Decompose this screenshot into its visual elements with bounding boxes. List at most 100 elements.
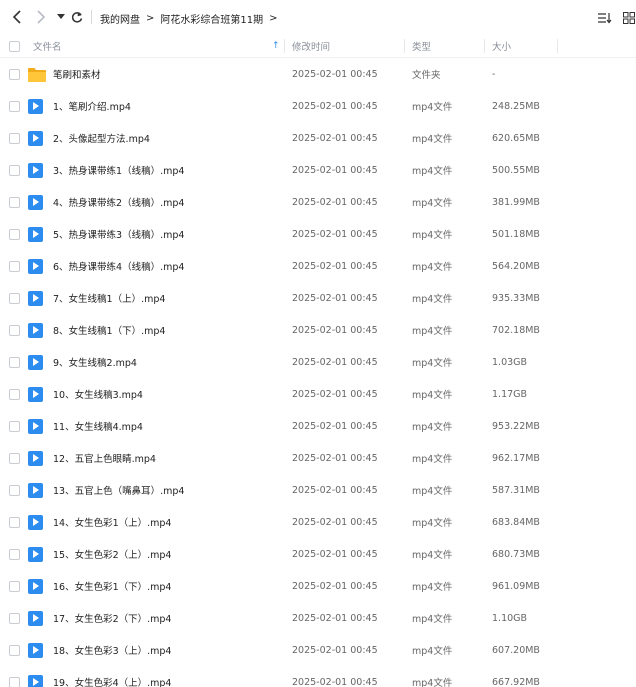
breadcrumb-item-current[interactable]: 阿花水彩综合班第11期: [160, 11, 263, 26]
row-checkbox[interactable]: [9, 452, 20, 464]
file-row[interactable]: 16、女生色彩1（下）.mp4 2025-02-01 00:45 mp4文件 961.…: [0, 570, 636, 602]
file-row[interactable]: 4、热身课带练2（线稿）.mp4 2025-02-01 00:45 mp4文件 381…: [0, 186, 636, 218]
row-checkbox[interactable]: [9, 260, 20, 272]
file-type: mp4文件: [412, 678, 453, 687]
row-checkbox[interactable]: [9, 324, 20, 336]
row-checkbox[interactable]: [9, 484, 20, 496]
file-name[interactable]: 13、五官上色（嘴鼻耳）.mp4: [53, 474, 184, 506]
file-row[interactable]: 10、女生线稿3.mp4 2025-02-01 00:45 mp4文件 1.17GB: [0, 378, 636, 410]
column-divider[interactable]: [284, 39, 285, 53]
file-row[interactable]: 11、女生线稿4.mp4 2025-02-01 00:45 mp4文件 953.22M…: [0, 410, 636, 442]
file-name[interactable]: 16、女生色彩1（下）.mp4: [53, 570, 171, 602]
row-checkbox-cell: [9, 154, 20, 186]
row-checkbox[interactable]: [9, 420, 20, 432]
select-all-checkbox[interactable]: [9, 40, 20, 52]
file-row[interactable]: 8、女生线稿1（下）.mp4 2025-02-01 00:45 mp4文件 702.1…: [0, 314, 636, 346]
file-name[interactable]: 12、五官上色眼睛.mp4: [53, 442, 156, 474]
file-name[interactable]: 14、女生色彩1（上）.mp4: [53, 506, 171, 538]
row-checkbox[interactable]: [9, 132, 20, 144]
file-row[interactable]: 15、女生色彩2（上）.mp4 2025-02-01 00:45 mp4文件 680.…: [0, 538, 636, 570]
row-checkbox[interactable]: [9, 164, 20, 176]
back-arrow-icon[interactable]: [9, 9, 25, 25]
refresh-icon[interactable]: [69, 9, 85, 25]
file-row[interactable]: 7、女生线稿1（上）.mp4 2025-02-01 00:45 mp4文件 935.3…: [0, 282, 636, 314]
row-checkbox[interactable]: [9, 676, 20, 687]
file-row[interactable]: 9、女生线稿2.mp4 2025-02-01 00:45 mp4文件 1.03GB: [0, 346, 636, 378]
sort-list-icon[interactable]: [598, 11, 612, 25]
sort-arrow-icon[interactable]: ↑: [272, 34, 280, 58]
file-name[interactable]: 6、热身课带练4（线稿）.mp4: [53, 250, 184, 282]
row-checkbox-cell: [9, 506, 20, 538]
file-name[interactable]: 15、女生色彩2（上）.mp4: [53, 538, 171, 570]
file-modified-time: 2025-02-01 00:45: [292, 676, 378, 687]
file-type: mp4文件: [412, 614, 453, 625]
file-name[interactable]: 1、笔刷介绍.mp4: [53, 90, 131, 122]
file-row[interactable]: 2、头像起型方法.mp4 2025-02-01 00:45 mp4文件 620.65M…: [0, 122, 636, 154]
row-checkbox[interactable]: [9, 228, 20, 240]
column-divider[interactable]: [404, 39, 405, 53]
file-row[interactable]: 6、热身课带练4（线稿）.mp4 2025-02-01 00:45 mp4文件 564…: [0, 250, 636, 282]
row-checkbox[interactable]: [9, 612, 20, 624]
file-row[interactable]: 笔刷和素材 2025-02-01 00:45 文件夹 -: [0, 58, 636, 90]
file-modified-time: 2025-02-01 00:45: [292, 196, 378, 208]
file-name[interactable]: 9、女生线稿2.mp4: [53, 346, 137, 378]
file-name[interactable]: 5、热身课带练3（线稿）.mp4: [53, 218, 184, 250]
file-name[interactable]: 8、女生线稿1（下）.mp4: [53, 314, 165, 346]
file-row[interactable]: 18、女生色彩3（上）.mp4 2025-02-01 00:45 mp4文件 607.…: [0, 634, 636, 666]
file-name[interactable]: 18、女生色彩3（上）.mp4: [53, 634, 171, 666]
forward-arrow-icon[interactable]: [33, 9, 49, 25]
file-row[interactable]: 12、五官上色眼睛.mp4 2025-02-01 00:45 mp4文件 962.17…: [0, 442, 636, 474]
toolbar-divider: [91, 10, 92, 24]
file-name[interactable]: 17、女生色彩2（下）.mp4: [53, 602, 171, 634]
video-file-icon: [28, 162, 43, 178]
chevron-down-icon[interactable]: [53, 9, 69, 25]
row-checkbox[interactable]: [9, 548, 20, 560]
row-checkbox[interactable]: [9, 580, 20, 592]
file-name[interactable]: 10、女生线稿3.mp4: [53, 378, 143, 410]
column-divider[interactable]: [557, 39, 558, 53]
row-checkbox[interactable]: [9, 356, 20, 368]
row-checkbox[interactable]: [9, 292, 20, 304]
file-row[interactable]: 14、女生色彩1（上）.mp4 2025-02-01 00:45 mp4文件 683.…: [0, 506, 636, 538]
file-name[interactable]: 2、头像起型方法.mp4: [53, 122, 150, 154]
file-name[interactable]: 19、女生色彩4（上）.mp4: [53, 666, 171, 687]
column-size[interactable]: 大小: [492, 34, 511, 58]
column-divider[interactable]: [484, 39, 485, 53]
row-checkbox[interactable]: [9, 388, 20, 400]
video-file-icon: [28, 674, 43, 687]
breadcrumb-trailing-chevron[interactable]: >: [269, 13, 277, 24]
row-checkbox[interactable]: [9, 100, 20, 112]
file-modified-time: 2025-02-01 00:45: [292, 580, 378, 592]
file-icon-cell: [28, 378, 43, 410]
file-row[interactable]: 3、热身课带练1（线稿）.mp4 2025-02-01 00:45 mp4文件 500…: [0, 154, 636, 186]
file-name[interactable]: 3、热身课带练1（线稿）.mp4: [53, 154, 184, 186]
file-name[interactable]: 7、女生线稿1（上）.mp4: [53, 282, 165, 314]
column-name[interactable]: 文件名: [33, 34, 62, 58]
row-checkbox[interactable]: [9, 644, 20, 656]
file-name[interactable]: 4、热身课带练2（线稿）.mp4: [53, 186, 184, 218]
select-all-checkbox-cell: [9, 34, 20, 58]
file-icon-cell: [28, 250, 43, 282]
file-icon-cell: [28, 282, 43, 314]
file-size: -: [492, 68, 496, 80]
file-size: 248.25MB: [492, 100, 540, 112]
row-checkbox[interactable]: [9, 516, 20, 528]
column-type[interactable]: 类型: [412, 34, 431, 58]
video-file-icon: [28, 354, 43, 370]
breadcrumb-item-root[interactable]: 我的网盘: [100, 11, 140, 26]
video-file-icon: [28, 322, 43, 338]
row-checkbox-cell: [9, 186, 20, 218]
file-name[interactable]: 笔刷和素材: [53, 58, 101, 90]
file-name[interactable]: 11、女生线稿4.mp4: [53, 410, 143, 442]
file-row[interactable]: 5、热身课带练3（线稿）.mp4 2025-02-01 00:45 mp4文件 501…: [0, 218, 636, 250]
file-row[interactable]: 13、五官上色（嘴鼻耳）.mp4 2025-02-01 00:45 mp4文件 587…: [0, 474, 636, 506]
video-file-icon: [28, 482, 43, 498]
file-row[interactable]: 19、女生色彩4（上）.mp4 2025-02-01 00:45 mp4文件 667.…: [0, 666, 636, 687]
file-row[interactable]: 17、女生色彩2（下）.mp4 2025-02-01 00:45 mp4文件 1.10…: [0, 602, 636, 634]
column-time[interactable]: 修改时间: [292, 34, 330, 58]
grid-view-icon[interactable]: [622, 11, 636, 25]
file-row[interactable]: 1、笔刷介绍.mp4 2025-02-01 00:45 mp4文件 248.25MB: [0, 90, 636, 122]
file-icon-cell: [28, 570, 43, 602]
row-checkbox[interactable]: [9, 68, 20, 80]
row-checkbox[interactable]: [9, 196, 20, 208]
